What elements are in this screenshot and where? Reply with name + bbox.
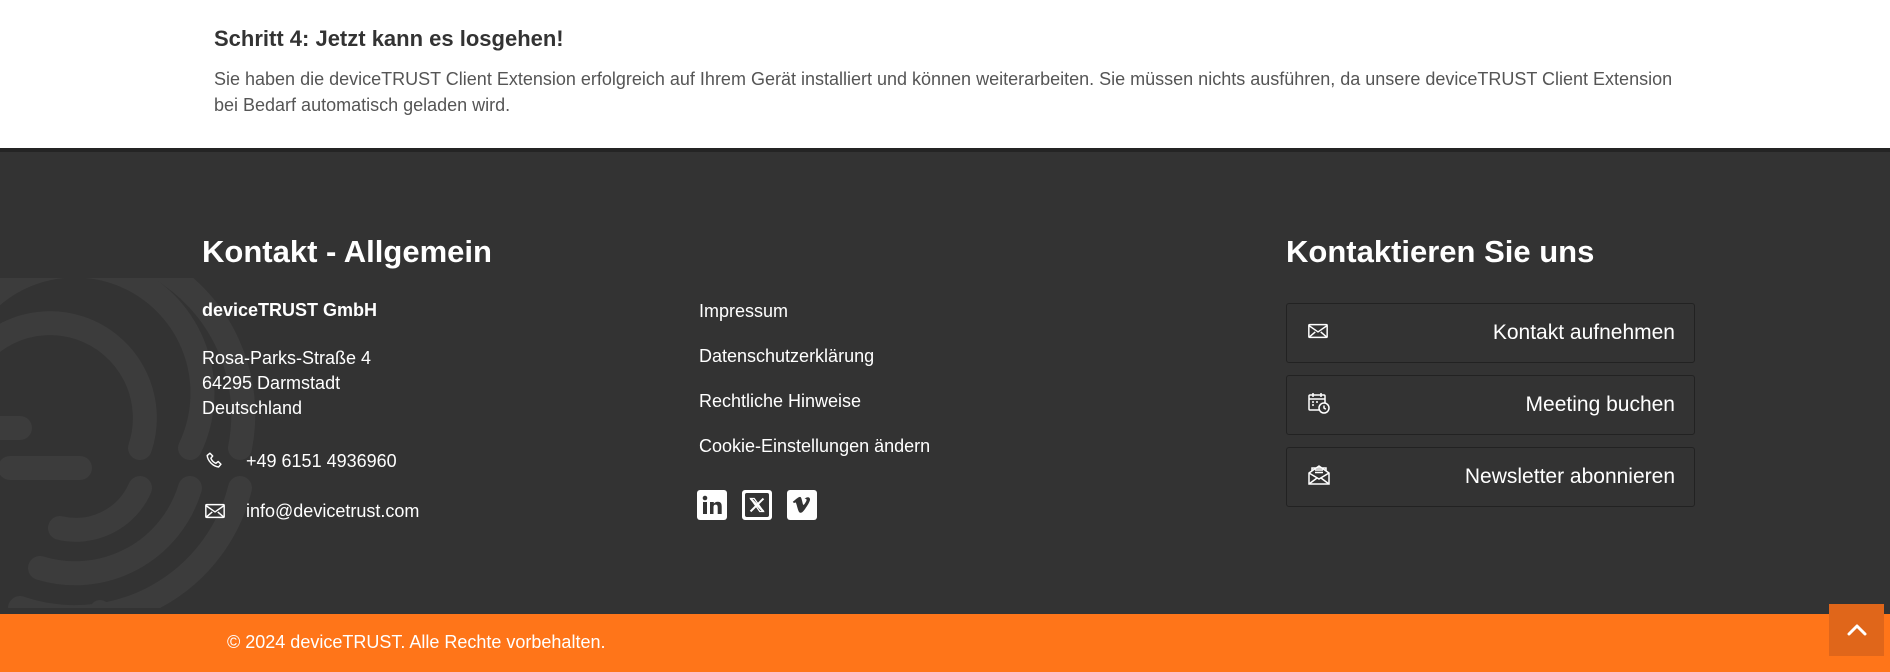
contact-button-label: Kontakt aufnehmen (1492, 321, 1675, 344)
meeting-button[interactable]: Meeting buchen (1286, 375, 1695, 435)
contact-heading: Kontakt - Allgemein (202, 234, 492, 270)
company-name: deviceTRUST GmbH (202, 300, 378, 320)
linkedin-icon[interactable] (697, 490, 727, 520)
meeting-button-label: Meeting buchen (1525, 393, 1675, 416)
link-datenschutz[interactable]: Datenschutzerklärung (699, 345, 930, 390)
social-links (697, 490, 817, 520)
calendar-clock-icon (1307, 391, 1331, 420)
step-section: Schritt 4: Jetzt kann es losgehen! Sie h… (0, 0, 1890, 148)
chevron-up-icon (1847, 624, 1866, 636)
address-country: Deutschland (202, 398, 303, 418)
contact-button[interactable]: Kontakt aufnehmen (1286, 303, 1695, 363)
cta-heading: Kontaktieren Sie uns (1286, 234, 1595, 269)
vimeo-icon[interactable] (787, 490, 817, 520)
phone-link[interactable]: +49 6151 4936960 (246, 451, 397, 472)
email-link[interactable]: info@devicetrust.com (246, 501, 419, 522)
contact-heading-bold: Kontakt (202, 234, 318, 269)
copyright-bar: © 2024 deviceTRUST. Alle Rechte vorbehal… (0, 614, 1890, 672)
email-line: info@devicetrust.com (202, 498, 419, 524)
contact-heading-rest: - Allgemein (317, 234, 492, 269)
link-rechtliche-hinweise[interactable]: Rechtliche Hinweise (699, 390, 930, 435)
phone-line: +49 6151 4936960 (202, 448, 397, 474)
phone-icon (202, 448, 228, 474)
x-twitter-icon[interactable] (742, 490, 772, 520)
envelope-icon (202, 498, 228, 524)
link-impressum[interactable]: Impressum (699, 300, 930, 345)
logo-watermark-icon (0, 278, 256, 608)
site-footer: Kontakt - Allgemein deviceTRUST GmbH Ros… (0, 148, 1890, 614)
footer-legal-links: Impressum Datenschutzerklärung Rechtlich… (699, 300, 930, 480)
step-description: Sie haben die deviceTRUST Client Extensi… (214, 69, 1673, 115)
address-city: 64295 Darmstadt (202, 373, 341, 393)
copyright-text: © 2024 deviceTRUST. Alle Rechte vorbehal… (227, 632, 606, 652)
scroll-to-top-button[interactable] (1829, 604, 1884, 656)
link-cookie-settings[interactable]: Cookie-Einstellungen ändern (699, 435, 930, 480)
address: Rosa-Parks-Straße 4 64295 Darmstadt Deut… (202, 346, 371, 421)
envelope-icon (1307, 322, 1329, 345)
newsletter-button[interactable]: Newsletter abonnieren (1286, 447, 1695, 507)
address-street: Rosa-Parks-Straße 4 (202, 348, 372, 368)
step-title: Schritt 4: Jetzt kann es losgehen! (214, 26, 564, 51)
newsletter-button-label: Newsletter abonnieren (1464, 465, 1675, 488)
newsletter-icon (1307, 464, 1331, 491)
